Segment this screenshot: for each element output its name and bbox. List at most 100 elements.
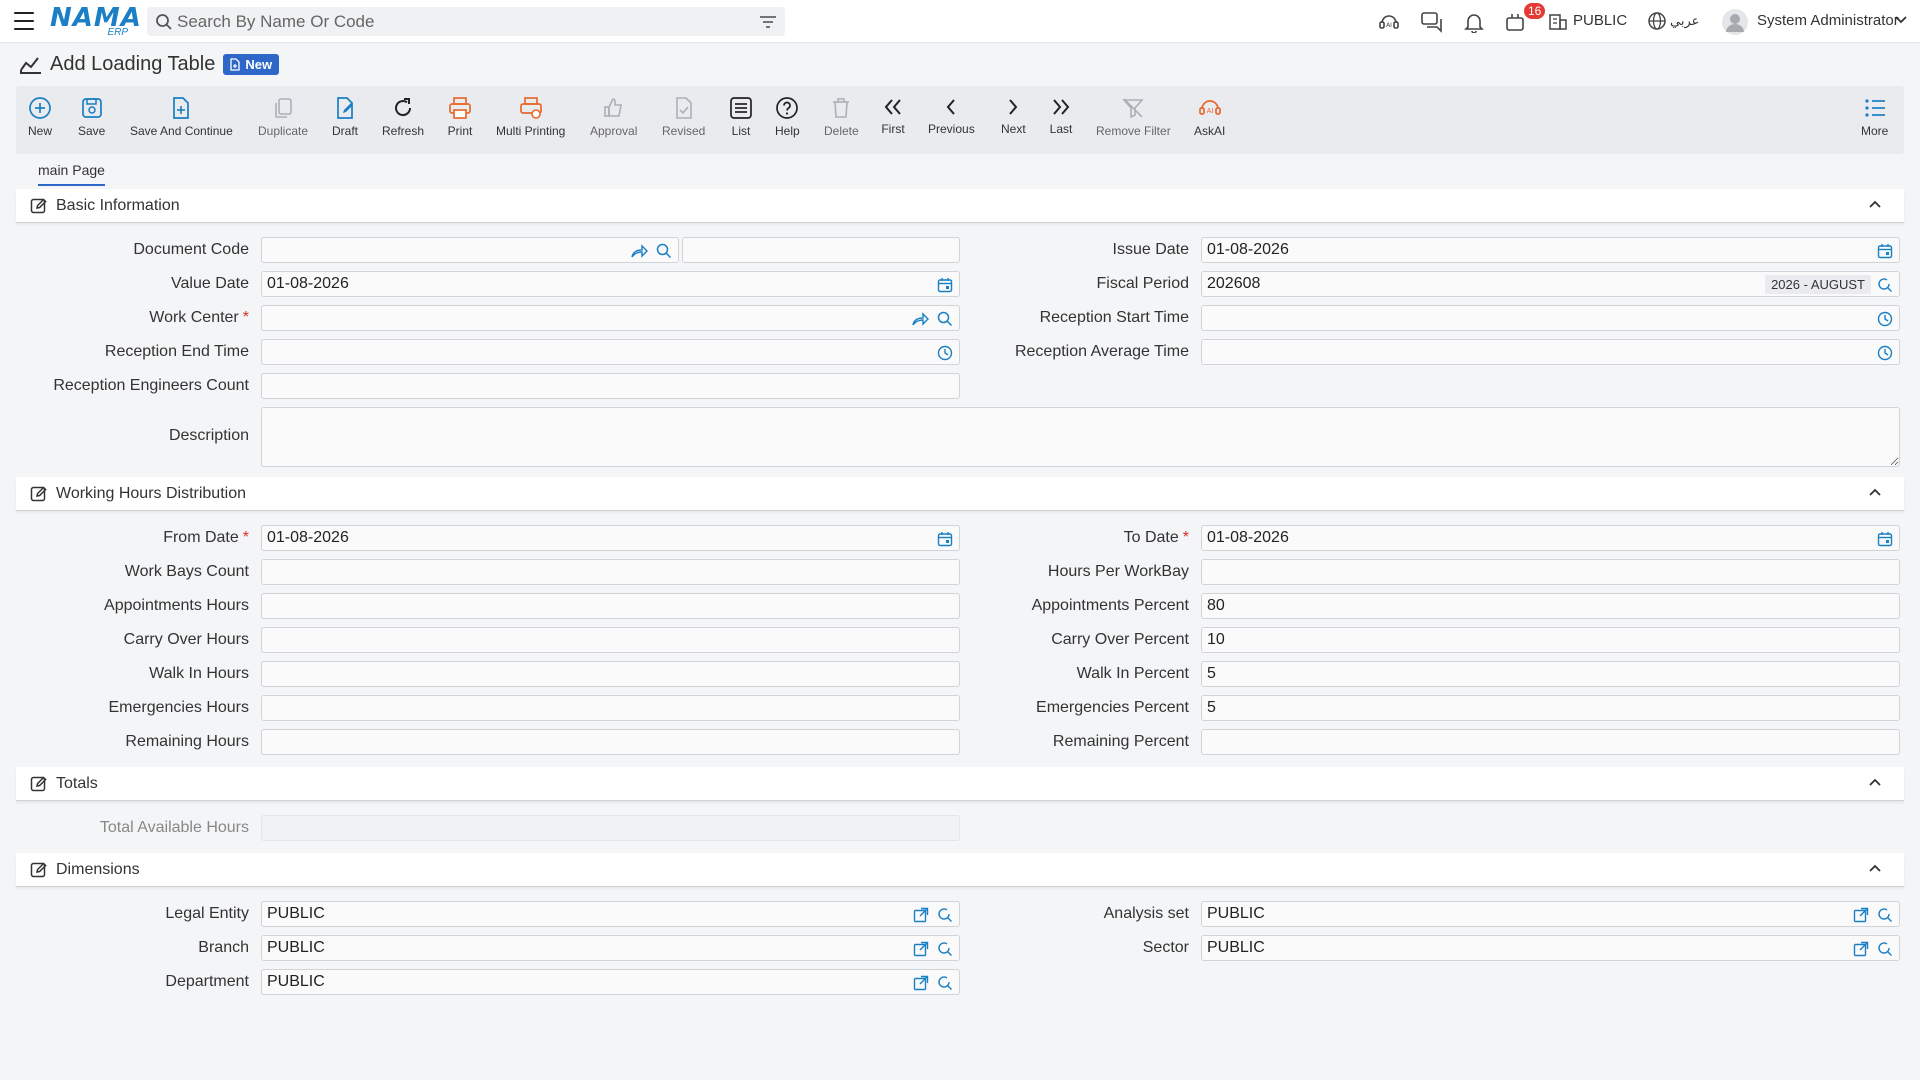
chat-icon[interactable]: [1420, 11, 1444, 33]
bell-icon[interactable]: [1463, 11, 1485, 33]
sector-input[interactable]: PUBLIC: [1201, 935, 1900, 961]
ai-support-icon[interactable]: AI: [1378, 11, 1400, 33]
reception-end-input[interactable]: [261, 339, 960, 365]
search-icon: [156, 14, 172, 30]
filter-icon[interactable]: [759, 14, 777, 30]
list-button[interactable]: List: [729, 96, 753, 138]
previous-button[interactable]: Previous: [928, 96, 975, 136]
external-link-icon[interactable]: [1853, 941, 1869, 957]
clock-icon[interactable]: [1877, 311, 1893, 327]
work-bays-input[interactable]: [261, 559, 960, 585]
refresh-search-icon[interactable]: [937, 941, 953, 957]
refresh-search-icon[interactable]: [937, 907, 953, 923]
branch-input[interactable]: PUBLIC: [261, 935, 960, 961]
revised-button[interactable]: Revised: [662, 96, 705, 138]
tab-main-page[interactable]: main Page: [38, 162, 105, 186]
carry-over-hours-input[interactable]: [261, 627, 960, 653]
refresh-button[interactable]: Refresh: [382, 96, 424, 138]
tasks-icon[interactable]: [1504, 11, 1526, 33]
calendar-icon[interactable]: [937, 277, 953, 293]
askai-button[interactable]: AI AskAI: [1194, 96, 1225, 138]
refresh-search-icon[interactable]: [1877, 907, 1893, 923]
more-button[interactable]: More: [1861, 96, 1888, 138]
save-button[interactable]: Save: [78, 96, 105, 138]
remaining-hours-input[interactable]: [261, 729, 960, 755]
description-textarea[interactable]: [261, 407, 1900, 467]
document-code-extra-input[interactable]: [682, 237, 960, 263]
calendar-icon[interactable]: [937, 531, 953, 547]
calendar-icon[interactable]: [1877, 243, 1893, 259]
save-continue-button[interactable]: Save And Continue: [130, 96, 233, 138]
chevron-down-icon[interactable]: [1894, 15, 1908, 25]
reception-average-input[interactable]: [1201, 339, 1900, 365]
hours-per-bay-input[interactable]: [1201, 559, 1900, 585]
multi-printing-button[interactable]: Multi Printing: [496, 96, 565, 138]
duplicate-button[interactable]: Duplicate: [258, 96, 308, 138]
walk-in-hours-input[interactable]: [261, 661, 960, 687]
approval-button[interactable]: Approval: [590, 96, 637, 138]
external-link-icon[interactable]: [1853, 907, 1869, 923]
emergencies-hours-input[interactable]: [261, 695, 960, 721]
clock-icon[interactable]: [937, 345, 953, 361]
engineers-count-input[interactable]: [261, 373, 960, 399]
print-button[interactable]: Print: [447, 96, 473, 138]
work-center-input[interactable]: [261, 305, 960, 331]
refresh-search-icon[interactable]: [1877, 277, 1893, 293]
document-code-input[interactable]: [261, 237, 679, 263]
logo[interactable]: NAMA ERP: [50, 5, 141, 38]
department-input[interactable]: PUBLIC: [261, 969, 960, 995]
new-button[interactable]: New: [28, 96, 52, 138]
legal-entity-input[interactable]: PUBLIC: [261, 901, 960, 927]
chevron-up-icon[interactable]: [1868, 777, 1882, 787]
external-link-icon[interactable]: [913, 975, 929, 991]
value-date-input[interactable]: 01-08-2026: [261, 271, 960, 297]
share-arrow-icon[interactable]: [630, 243, 648, 259]
issue-date-input[interactable]: 01-08-2026: [1201, 237, 1900, 263]
section-totals[interactable]: Totals: [16, 767, 1904, 801]
section-basic-information[interactable]: Basic Information: [16, 189, 1904, 223]
delete-button[interactable]: Delete: [824, 96, 859, 138]
remove-filter-button[interactable]: Remove Filter: [1096, 96, 1171, 138]
section-dimensions[interactable]: Dimensions: [16, 853, 1904, 887]
lookup-search-icon[interactable]: [937, 311, 953, 327]
refresh-search-icon[interactable]: [937, 975, 953, 991]
last-button[interactable]: Last: [1049, 96, 1073, 136]
next-button[interactable]: Next: [1001, 96, 1026, 136]
chevron-up-icon[interactable]: [1868, 487, 1882, 497]
chevron-up-icon[interactable]: [1868, 199, 1882, 209]
menu-icon[interactable]: [14, 12, 34, 30]
calendar-icon[interactable]: [1877, 531, 1893, 547]
clock-icon[interactable]: [1877, 345, 1893, 361]
sector-label: Sector: [1142, 939, 1189, 956]
appointments-hours-input[interactable]: [261, 593, 960, 619]
language-toggle[interactable]: عربي: [1670, 14, 1699, 29]
refresh-search-icon[interactable]: [1877, 941, 1893, 957]
from-date-input[interactable]: 01-08-2026: [261, 525, 960, 551]
appointments-percent-input[interactable]: 80: [1201, 593, 1900, 619]
user-menu[interactable]: System Administrator: [1757, 12, 1899, 29]
avatar[interactable]: [1722, 9, 1748, 35]
emergencies-percent-input[interactable]: 5: [1201, 695, 1900, 721]
search-input[interactable]: [177, 11, 737, 32]
carry-over-percent-input[interactable]: 10: [1201, 627, 1900, 653]
section-working-hours[interactable]: Working Hours Distribution: [16, 477, 1904, 511]
issue-date-value: 01-08-2026: [1207, 241, 1289, 258]
help-button[interactable]: Help: [775, 96, 800, 138]
remaining-percent-input[interactable]: [1201, 729, 1900, 755]
reception-start-input[interactable]: [1201, 305, 1900, 331]
external-link-icon[interactable]: [913, 907, 929, 923]
share-arrow-icon[interactable]: [911, 311, 929, 327]
fiscal-period-input[interactable]: 202608 2026 - AUGUST: [1201, 271, 1900, 297]
lookup-search-icon[interactable]: [656, 243, 672, 259]
walk-in-percent-input[interactable]: 5: [1201, 661, 1900, 687]
company-selector[interactable]: PUBLIC: [1573, 12, 1627, 29]
section-title: Basic Information: [56, 196, 180, 214]
draft-button[interactable]: Draft: [332, 96, 358, 138]
emergencies-percent-label: Emergencies Percent: [1036, 699, 1189, 716]
to-date-input[interactable]: 01-08-2026: [1201, 525, 1900, 551]
analysis-set-input[interactable]: PUBLIC: [1201, 901, 1900, 927]
external-link-icon[interactable]: [913, 941, 929, 957]
chevron-up-icon[interactable]: [1868, 863, 1882, 873]
first-button[interactable]: First: [881, 96, 905, 136]
list-label: List: [731, 124, 751, 138]
